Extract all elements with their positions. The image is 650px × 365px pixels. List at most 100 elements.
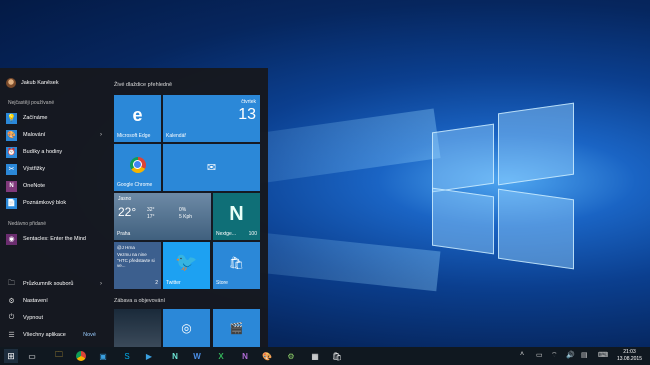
taskbar-skype[interactable]: S [120,349,134,363]
task-view-button[interactable]: ▭ [25,349,39,363]
word-icon: W [193,351,201,361]
lightbulb-icon: 💡 [6,112,17,124]
paint-icon: 🎨 [6,129,17,141]
clock[interactable]: 21:03 13.08.2015 [617,349,642,362]
app-label: Budíky a hodiny [23,149,63,155]
notification-icon[interactable]: ▤ [581,351,588,359]
tile-mail[interactable]: ✉ [163,144,260,191]
battery-icon[interactable]: ▭ [536,351,543,359]
tile-count: 2 [155,280,158,286]
mail-icon: ✉ [206,162,217,174]
logo-pane-br [498,188,574,270]
store-icon: 🛍 [228,255,245,270]
tile-group-header: Živé dlaždice přehledně [114,82,173,88]
notepad-icon: 📄 [6,197,17,209]
folder-icon: 🗀 [8,279,15,287]
chevron-right-icon[interactable]: › [100,281,102,287]
folder-icon: 🗀 [55,350,63,359]
app-malovani[interactable]: 🎨 Malování › [6,128,104,142]
taskbar-calculator[interactable]: ▦ [308,349,322,363]
avatar [6,78,16,88]
store-icon: 🛍 [331,351,343,361]
keyboard-icon[interactable]: ⌨ [598,351,608,359]
news-title: @J Hrna [117,245,135,250]
windows-icon: ⊞ [7,350,15,361]
taskbar-explorer[interactable]: 🗀 [52,349,66,363]
tile-chrome[interactable]: Google Chrome [114,144,161,191]
app-vystrizky[interactable]: ✂ Výstřižky [6,162,104,176]
onenote-icon: N [242,351,248,361]
file-explorer-item[interactable]: 🗀 Průzkumník souborů › [6,277,104,291]
taskbar-chrome[interactable] [74,349,88,363]
taskbar-word[interactable]: W [190,349,204,363]
taskbar-app[interactable]: ▣ [96,349,110,363]
tile-news[interactable]: @J Hrna Vezmu na nine "HTC představte si… [114,242,161,289]
start-button[interactable]: ⊞ [4,349,18,363]
start-menu: Jakub Kaněsek Nejčastěji používané 💡 Zač… [0,68,268,347]
chrome-icon [76,351,86,361]
tile-label: Twitter [166,280,181,286]
tile-label: Nextge... [216,231,237,237]
tile-label: Praha [117,231,131,237]
volume-icon[interactable]: 🔊 [566,351,575,359]
chrome-icon [129,156,146,173]
logo-pane-tl [432,123,494,193]
weather-temp: 22° [118,205,137,219]
nextgen-icon: N [172,351,178,361]
onenote-icon: N [6,180,17,192]
tile-label: Google Chrome [117,182,153,188]
tile-count: 100 [248,231,257,237]
sys-label: Nastavení [23,298,48,304]
taskbar-paint[interactable]: 🎨 [260,349,274,363]
music-icon: ◎ [181,321,192,335]
scissors-icon: ✂ [6,163,17,175]
start-left-column: Jakub Kaněsek Nejčastěji používané 💡 Zač… [0,68,108,347]
taskbar-store[interactable]: 🛍 [330,349,344,363]
tile-weather[interactable]: Jasno 22° 32° 17° 0% 5 Kph Praha [114,193,211,240]
calculator-icon: ▦ [311,351,319,361]
user-account[interactable]: Jakub Kaněsek [6,76,59,90]
app-label: Výstřižky [23,166,45,172]
app-zacinam[interactable]: 💡 Začínáme [6,111,104,125]
tile-calendar[interactable]: čtvrtek 13 Kalendář [163,95,260,142]
recent-header: Nedávno přidané [8,221,47,227]
taskbar-onenote[interactable]: N [238,349,252,363]
tile-movies[interactable]: 🎬 [213,309,260,347]
weather-high: 32° [147,207,155,213]
tile-edge[interactable]: e Microsoft Edge [114,95,161,142]
sys-label: Vypnout [23,315,43,321]
app-label: Malování [23,132,46,138]
weather-rain: 0% [179,207,187,213]
paint-icon: 🎨 [262,351,272,361]
chevron-right-icon[interactable]: › [100,132,102,138]
logo-pane-tr [498,102,574,186]
tile-groove[interactable]: ◎ [163,309,210,347]
photo-app-icon: ▣ [99,351,107,361]
app-poznamkovy-blok[interactable]: 📄 Poznámkový blok [6,196,104,210]
taskbar-nextgen[interactable]: N [168,349,182,363]
app-budiky[interactable]: ⏰ Budíky a hodiny [6,145,104,159]
network-icon[interactable]: ⌔ [551,351,558,360]
weather-low: 17° [147,214,155,220]
taskbar-excel[interactable]: X [214,349,228,363]
tile-twitter[interactable]: 🐦 Twitter [163,242,210,289]
tile-photos[interactable] [114,309,161,347]
chevron-up-icon[interactable]: ˄ [520,351,524,358]
skype-icon: S [124,351,130,361]
taskbar-settings[interactable]: ⚙ [284,349,298,363]
app-onenote[interactable]: N OneNote [6,179,104,193]
sys-label: Průzkumník souborů [23,281,74,287]
taskbar-media[interactable]: ▶ [142,349,156,363]
gear-icon: ⚙ [8,298,15,305]
settings-item[interactable]: ⚙ Nastavení [6,294,104,308]
power-item[interactable]: ⏻ Vypnout [6,311,104,325]
game-icon: ◉ [6,233,17,245]
excel-icon: X [218,351,224,361]
tile-nextgen[interactable]: N Nextge... 100 [213,193,260,240]
app-label: Poznámkový blok [23,200,67,206]
tile-store[interactable]: 🛍 Store [213,242,260,289]
film-icon: 🎬 [229,322,244,335]
alarm-icon: ⏰ [6,146,17,158]
app-sentacles[interactable]: ◉ Sentacles: Enter the Mind [6,232,104,246]
all-apps-item[interactable]: ☰ Všechny aplikace Nové [6,328,104,342]
